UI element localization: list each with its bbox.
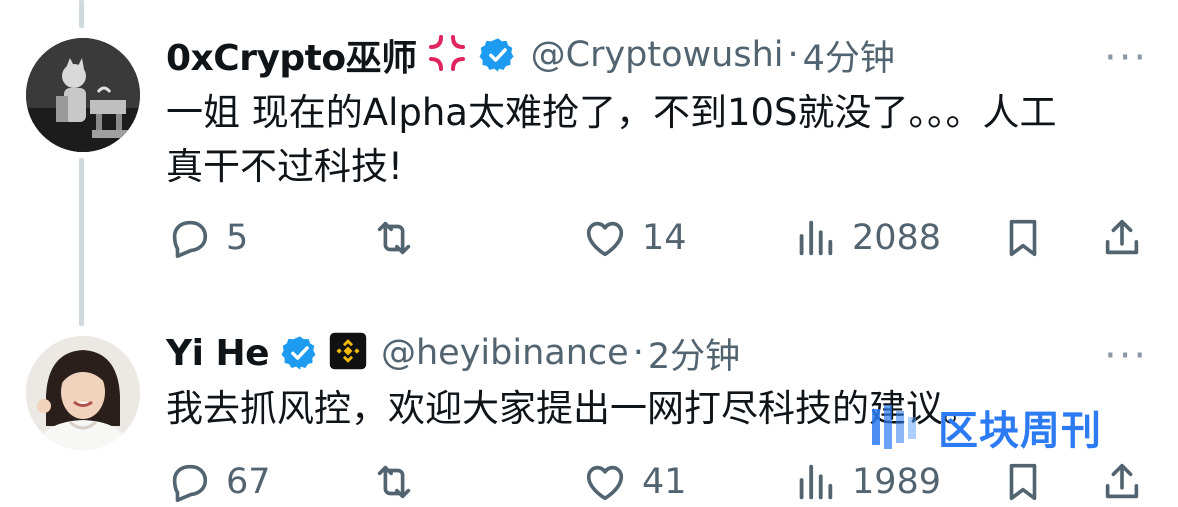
view-count: 2088 [852,218,942,258]
like-button[interactable]: 14 [582,213,687,263]
reply-count: 5 [226,218,249,258]
timestamp[interactable]: 2分钟 [648,328,740,379]
view-count: 1989 [852,462,942,502]
binance-logo-icon [329,332,367,374]
display-name[interactable]: Yi He [166,333,270,374]
avatar[interactable] [26,38,140,152]
tweet-card[interactable]: 0xCrypto巫师 @Cryptowushi · 4分钟 ··· 一姐 现在的… [0,0,1178,300]
analytics-icon [799,220,833,256]
user-handle[interactable]: @Cryptowushi [531,35,784,75]
reply-icon [172,464,208,503]
heart-icon [586,465,624,501]
timestamp[interactable]: 4分钟 [803,30,895,81]
like-count: 14 [642,218,687,258]
user-handle[interactable]: @heyibinance [381,333,629,373]
separator-dot: · [632,333,644,373]
separator-dot: · [787,35,799,75]
watermark: 区块周刊 [868,398,1102,456]
tweet-actions: 67 41 1989 [166,457,1156,507]
verified-badge-icon [479,36,517,74]
more-options-button[interactable]: ··· [1104,336,1148,376]
more-options-button[interactable]: ··· [1104,38,1148,78]
verified-badge-icon [281,334,319,372]
bookmark-icon [1009,463,1037,501]
reply-button[interactable]: 67 [166,457,271,507]
tweet-header: 0xCrypto巫师 @Cryptowushi · 4分钟 [166,29,895,81]
share-icon [1105,463,1139,499]
watermark-text: 区块周刊 [938,408,1102,454]
reply-count: 67 [226,462,271,502]
heart-icon [586,221,624,257]
anger-symbol-icon [427,33,467,77]
avatar-image [26,38,140,152]
display-name[interactable]: 0xCrypto巫师 [166,29,417,81]
bookmark-button[interactable] [1000,457,1046,507]
tweet-actions: 5 14 2088 [166,213,1156,263]
repost-icon [377,465,411,499]
watermark-logo-icon [872,405,916,449]
avatar-image [26,336,140,450]
repost-button[interactable] [371,213,417,263]
views-button[interactable]: 2088 [792,213,941,263]
reply-button[interactable]: 5 [166,213,248,263]
share-button[interactable] [1099,213,1145,263]
repost-button[interactable] [371,457,417,507]
reply-icon [172,220,208,259]
repost-icon [377,221,411,255]
avatar[interactable] [26,336,140,450]
tweet-header: Yi He @heyibinance · 2分钟 [166,328,740,379]
share-button[interactable] [1099,457,1145,507]
like-button[interactable]: 41 [582,457,687,507]
views-button[interactable]: 1989 [792,457,941,507]
bookmark-button[interactable] [1000,213,1046,263]
share-icon [1105,219,1139,255]
tweet-text: 一姐 现在的Alpha太难抢了，不到10S就没了。。。人工 真干不过科技! [166,91,1057,188]
like-count: 41 [642,462,687,502]
bookmark-icon [1009,219,1037,257]
analytics-icon [799,464,833,500]
